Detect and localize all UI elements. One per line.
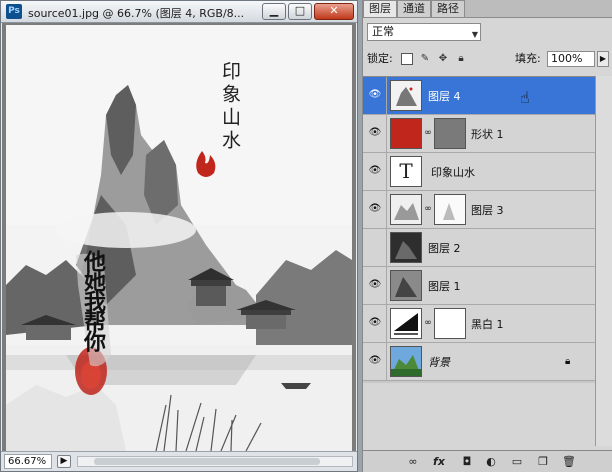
layer-thumbnail	[390, 118, 422, 149]
fx-icon[interactable]: fx	[431, 455, 447, 469]
layer-thumbnail	[390, 346, 422, 377]
horizontal-scrollbar[interactable]	[77, 456, 353, 467]
panel-tabs: 图层 通道 路径	[363, 0, 612, 18]
eye-icon: 👁︎	[368, 203, 382, 214]
link-icon[interactable]: ∞	[405, 455, 421, 469]
lock-all-icon[interactable]: 🔒︎	[455, 53, 467, 65]
lock-row: 锁定: ✎ ✥ 🔒︎ 填充: 100% ▶	[367, 50, 609, 68]
status-menu-icon[interactable]: ▶	[57, 455, 71, 468]
eye-icon: 👁︎	[368, 279, 382, 290]
eye-icon: 👁︎	[368, 317, 382, 328]
canvas-area[interactable]: 印象山水 他她我帮你	[2, 23, 356, 451]
visibility-toggle[interactable]	[363, 229, 387, 266]
layer-row-2[interactable]: 图层 2	[363, 229, 595, 267]
visibility-toggle[interactable]: 👁︎	[363, 305, 387, 342]
folder-icon[interactable]: ▭	[509, 455, 525, 469]
visibility-toggle[interactable]: 👁︎	[363, 77, 387, 114]
mask-icon[interactable]: ◘	[459, 455, 475, 469]
fill-label: 填充:	[515, 52, 541, 65]
layer-thumbnail	[390, 232, 422, 263]
lock-brush-icon[interactable]: ✎	[419, 53, 431, 65]
lock-icon: 🔒︎	[565, 356, 571, 367]
eye-icon: 👁︎	[368, 355, 382, 366]
fill-input[interactable]: 100%	[547, 51, 595, 67]
visibility-toggle[interactable]: 👁︎	[363, 267, 387, 304]
document-canvas[interactable]: 印象山水 他她我帮你	[6, 25, 352, 451]
visibility-toggle[interactable]: 👁︎	[363, 191, 387, 228]
tab-layers[interactable]: 图层	[363, 0, 397, 17]
layers-panel: 图层 通道 路径 正常 ▼ 锁定: ✎ ✥ 🔒︎ 填充: 100% ▶ 👁︎ 图…	[362, 0, 612, 472]
minimize-button[interactable]: ▁	[262, 3, 286, 20]
scroll-thumb[interactable]	[94, 458, 320, 465]
lock-transparency-icon[interactable]	[401, 53, 413, 65]
close-button[interactable]: ✕	[314, 3, 354, 20]
blend-mode-select[interactable]: 正常 ▼	[367, 23, 481, 41]
status-bar: 66.67% ▶	[1, 451, 357, 471]
blend-mode-value: 正常	[372, 25, 394, 38]
layer-row-1[interactable]: 👁︎ 图层 1	[363, 267, 595, 305]
zoom-field[interactable]: 66.67%	[4, 454, 52, 469]
layer-row-shape[interactable]: 👁︎ ∞ 形状 1	[363, 115, 595, 153]
layer-row-text[interactable]: 👁︎ T 印象山水	[363, 153, 595, 191]
layer-name: 背景	[428, 356, 450, 369]
layer-thumbnail	[390, 270, 422, 301]
new-layer-icon[interactable]: ❐	[535, 455, 551, 469]
document-title: source01.jpg @ 66.7% (图层 4, RGB/8...	[28, 7, 245, 20]
link-chain-icon: ∞	[424, 204, 432, 214]
calligraphy-left: 他她我帮你	[80, 250, 106, 350]
vector-mask-thumbnail	[434, 118, 466, 149]
layer-mask-thumbnail	[434, 308, 466, 339]
fill-arrow-icon[interactable]: ▶	[597, 51, 609, 67]
layers-list: 👁︎ 图层 4 👁︎ ∞ 形状 1 👁︎ T 印象山水 👁︎ ∞ 图层 3 图层…	[363, 76, 595, 383]
lock-label: 锁定:	[367, 52, 393, 65]
link-chain-icon: ∞	[424, 128, 432, 138]
document-titlebar[interactable]: Ps source01.jpg @ 66.7% (图层 4, RGB/8... …	[1, 1, 357, 23]
layer-name: 黑白 1	[471, 318, 504, 331]
layer-thumbnail	[390, 80, 422, 111]
tab-paths[interactable]: 路径	[431, 0, 465, 17]
tab-channels[interactable]: 通道	[397, 0, 431, 17]
visibility-toggle[interactable]: 👁︎	[363, 153, 387, 190]
layer-row-3[interactable]: 👁︎ ∞ 图层 3	[363, 191, 595, 229]
document-window: Ps source01.jpg @ 66.7% (图层 4, RGB/8... …	[0, 0, 358, 472]
eye-icon: 👁︎	[368, 165, 382, 176]
layer-row-4[interactable]: 👁︎ 图层 4	[363, 77, 595, 115]
photoshop-logo-icon: Ps	[6, 4, 22, 19]
vertical-scrollbar[interactable]	[595, 76, 612, 446]
layer-name: 形状 1	[471, 128, 504, 141]
trash-icon[interactable]: 🗑︎	[561, 455, 577, 469]
layer-row-background[interactable]: 👁︎ 背景 🔒︎	[363, 343, 595, 381]
eye-icon: 👁︎	[368, 89, 382, 100]
panel-bottom-toolbar: ∞ fx ◘ ◐ ▭ ❐ 🗑︎	[363, 450, 612, 472]
adjustment-icon[interactable]: ◐	[483, 455, 499, 469]
text-layer-icon: T	[390, 156, 422, 187]
visibility-toggle[interactable]: 👁︎	[363, 115, 387, 152]
layer-name: 图层 4	[428, 90, 461, 103]
layer-row-bw[interactable]: 👁︎ ∞ 黑白 1	[363, 305, 595, 343]
adjustment-thumbnail	[390, 308, 422, 339]
layer-name: 图层 2	[428, 242, 461, 255]
layer-mask-thumbnail	[434, 194, 466, 225]
layer-name: 印象山水	[431, 166, 475, 179]
landscape-artwork	[6, 25, 352, 451]
layer-name: 图层 1	[428, 280, 461, 293]
visibility-toggle[interactable]: 👁︎	[363, 343, 387, 380]
link-chain-icon: ∞	[424, 318, 432, 328]
calligraphy-top: 印象山水	[219, 61, 241, 153]
layer-thumbnail	[390, 194, 422, 225]
chevron-down-icon: ▼	[471, 30, 478, 39]
lock-move-icon[interactable]: ✥	[437, 53, 449, 65]
eye-icon: 👁︎	[368, 127, 382, 138]
restore-button[interactable]: □	[288, 3, 312, 20]
layer-name: 图层 3	[471, 204, 504, 217]
hand-cursor-icon: ☝︎	[520, 88, 530, 107]
